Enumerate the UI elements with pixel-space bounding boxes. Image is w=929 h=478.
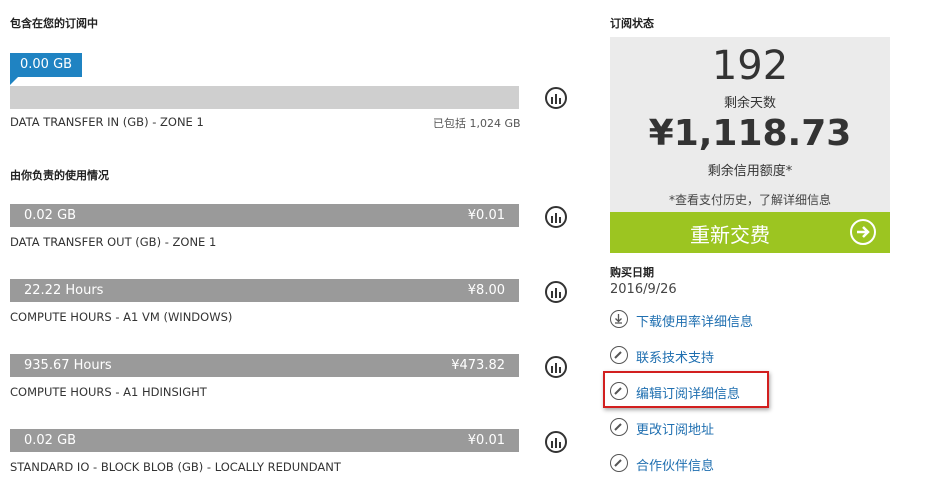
usage-amount: 0.02 GB [24, 433, 77, 448]
usage-item-label: STANDARD IO - BLOCK BLOB (GB) - LOCALLY … [10, 460, 341, 474]
days-remaining-label: 剩余天数 [723, 96, 776, 111]
usage-item-label: COMPUTE HOURS - A1 HDINSIGHT [10, 385, 207, 399]
usage-cost: ¥0.01 [467, 208, 505, 223]
pencil-icon [610, 418, 628, 436]
download-icon [610, 310, 628, 328]
purchase-date-value: 2016/9/26 [610, 282, 677, 297]
included-usage-bar [10, 86, 519, 109]
days-remaining-value: 192 [711, 43, 789, 89]
usage-bar: 22.22 Hours ¥8.00 [10, 279, 519, 302]
link-label: 更改订阅地址 [636, 423, 715, 438]
usage-section-title: 由你负责的使用情况 [10, 169, 109, 182]
renew-button-label: 重新交费 [690, 223, 770, 247]
usage-amount: 22.22 Hours [24, 283, 104, 298]
usage-cost: ¥473.82 [451, 358, 505, 373]
renew-button[interactable]: 重新交费 [610, 212, 890, 253]
included-section-title: 包含在您的订阅中 [10, 17, 98, 30]
bar-chart-icon [551, 94, 561, 104]
usage-item-label: COMPUTE HOURS - A1 VM (WINDOWS) [10, 310, 233, 324]
usage-amount: 935.67 Hours [24, 358, 112, 373]
usage-chart-button[interactable] [545, 206, 567, 228]
usage-cost: ¥0.01 [467, 433, 505, 448]
pencil-icon [610, 346, 628, 364]
subscription-status-title: 订阅状态 [610, 17, 654, 30]
link-label: 联系技术支持 [636, 351, 715, 366]
credit-remaining-label: 剩余信用额度* [707, 164, 793, 179]
usage-chart-button[interactable] [545, 281, 567, 303]
subscription-status-box: 192 剩余天数 ¥1,118.73 剩余信用额度* *查看支付历史，了解详细信… [610, 37, 890, 212]
included-item-label: DATA TRANSFER IN (GB) - ZONE 1 [10, 115, 204, 129]
highlight-box [603, 371, 769, 408]
usage-chart-button[interactable] [545, 431, 567, 453]
link-label: 合作伙伴信息 [636, 459, 715, 474]
bar-chart-icon [551, 213, 561, 223]
pencil-icon [610, 454, 628, 472]
link-label: 下载使用率详细信息 [636, 315, 754, 330]
usage-amount: 0.02 GB [24, 208, 77, 223]
usage-bar: 0.02 GB ¥0.01 [10, 429, 519, 452]
credit-remaining-value: ¥1,118.73 [648, 113, 852, 154]
usage-chart-button[interactable] [545, 356, 567, 378]
bar-chart-icon [551, 363, 561, 373]
payment-history-note[interactable]: *查看支付历史，了解详细信息 [610, 191, 890, 208]
usage-bar: 935.67 Hours ¥473.82 [10, 354, 519, 377]
bar-chart-icon [551, 438, 561, 448]
usage-bar: 0.02 GB ¥0.01 [10, 204, 519, 227]
usage-chart-button[interactable] [545, 87, 567, 109]
usage-cost: ¥8.00 [467, 283, 505, 298]
usage-item-label: DATA TRANSFER OUT (GB) - ZONE 1 [10, 235, 217, 249]
included-quota-note: 已包括 1,024 GB [433, 117, 521, 130]
usage-tooltip: 0.00 GB [10, 53, 83, 85]
purchase-date-title: 购买日期 [610, 266, 654, 279]
arrow-right-icon [850, 219, 876, 245]
bar-chart-icon [551, 288, 561, 298]
